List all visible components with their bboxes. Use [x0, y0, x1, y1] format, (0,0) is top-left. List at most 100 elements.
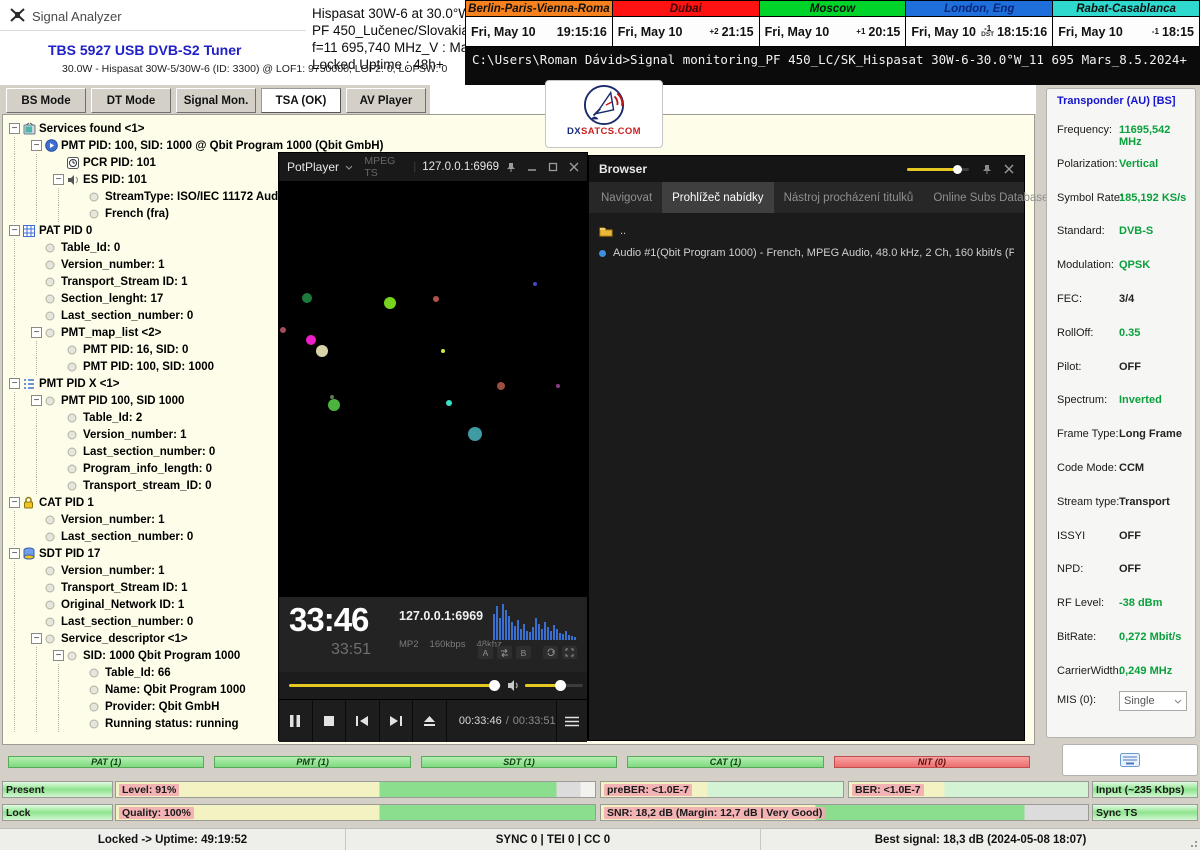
minimize-icon[interactable]: [527, 162, 537, 172]
resize-grip[interactable]: [1188, 838, 1198, 848]
tree-guide: [36, 715, 53, 732]
pin-icon[interactable]: [505, 162, 516, 173]
tab-bs-mode[interactable]: BS Mode: [6, 88, 86, 113]
collapse-icon[interactable]: [31, 395, 42, 406]
player-info-panel: 33:46 33:51 127.0.0.1:6969 MP2 160kbps 4…: [279, 596, 587, 672]
browser-content: .. Audio #1(Qbit Program 1000) - French,…: [589, 213, 1024, 271]
ab-repeat-a-button[interactable]: A: [478, 646, 493, 659]
folder-up-row[interactable]: ..: [599, 220, 1014, 242]
collapse-icon[interactable]: [9, 548, 20, 559]
browser-tab-prohl-e-nab-dky[interactable]: Prohlížeč nabídky: [662, 182, 773, 213]
mis-dropdown[interactable]: Single: [1119, 691, 1187, 711]
transponder-row: Polarization:Vertical: [1047, 149, 1195, 183]
browser-tab-navigovat[interactable]: Navigovat: [591, 182, 662, 213]
browser-titlebar[interactable]: Browser: [589, 156, 1024, 182]
collapse-icon[interactable]: [9, 225, 20, 236]
elapsed-time: 33:46: [289, 601, 368, 639]
seek-knob[interactable]: [489, 680, 500, 691]
speaker-icon[interactable]: [507, 679, 520, 692]
stop-button[interactable]: [313, 700, 347, 742]
browser-slider[interactable]: [907, 164, 969, 175]
tree-guide: [14, 698, 31, 715]
total-time: 33:51: [331, 641, 371, 659]
fullscreen-icon[interactable]: [562, 646, 577, 659]
tree-guide: [14, 443, 31, 460]
pid-bar-pat: PAT (1): [8, 756, 204, 768]
browser-tab-online-subs-database[interactable]: Online Subs Database: [923, 182, 1058, 213]
browser-tab-n-stroj-proch-zen-titulk-[interactable]: Nástroj procházení titulků: [774, 182, 924, 213]
tab-tsa-ok-[interactable]: TSA (OK): [261, 88, 341, 113]
ab-repeat-b-button[interactable]: B: [516, 646, 531, 659]
collapse-icon[interactable]: [9, 378, 20, 389]
transponder-value: Inverted: [1119, 394, 1162, 406]
tree-guide: [58, 205, 75, 222]
tree-guide: [14, 579, 31, 596]
transponder-label: Standard:: [1057, 225, 1105, 237]
ab-swap-icon[interactable]: [497, 646, 512, 659]
tree-guide: [36, 443, 53, 460]
collapse-icon[interactable]: [31, 140, 42, 151]
tree-item[interactable]: Services found <1>: [9, 120, 1034, 137]
bullet-icon: [45, 566, 61, 576]
signal-analyzer-window: Signal Analyzer TBS 5927 USB DVB-S2 Tune…: [0, 0, 1200, 850]
bullet-icon: [89, 702, 105, 712]
tree-item-label: ES PID: 101: [83, 174, 147, 186]
repeat-icon[interactable]: [543, 646, 558, 659]
tree-item-label: Service_descriptor <1>: [61, 633, 188, 645]
world-clocks: Berlin-Paris-Vienna-RomaFri, May 1019:15…: [465, 0, 1200, 47]
lock-indicator: Lock: [2, 804, 113, 821]
tab-av-player[interactable]: AV Player: [346, 88, 426, 113]
collapse-icon[interactable]: [31, 633, 42, 644]
bullet-icon: [45, 328, 61, 338]
tab-dt-mode[interactable]: DT Mode: [91, 88, 171, 113]
collapse-icon[interactable]: [31, 327, 42, 338]
tuner-name: TBS 5927 USB DVB-S2 Tuner: [48, 42, 241, 58]
status-bar: Locked -> Uptime: 49:19:52 SYNC 0 | TEI …: [0, 828, 1200, 850]
mis-label: MIS (0):: [1057, 694, 1096, 706]
clock-cell: MoscowFri, May 10+120:15: [759, 1, 906, 46]
audio-track-row[interactable]: Audio #1(Qbit Program 1000) - French, MP…: [599, 242, 1014, 264]
close-icon[interactable]: [569, 162, 579, 172]
collapse-icon[interactable]: [9, 123, 20, 134]
volume-knob[interactable]: [555, 680, 566, 691]
video-area[interactable]: [279, 181, 587, 596]
remote-panel[interactable]: [1062, 744, 1198, 776]
info-line: Locked Uptime : 48h+: [312, 56, 479, 73]
close-icon[interactable]: [1004, 164, 1014, 174]
previous-button[interactable]: [346, 700, 380, 742]
pin-icon[interactable]: [981, 164, 992, 175]
tree-item-label: Version_number: 1: [83, 429, 187, 441]
tree-item-label: Transport_Stream ID: 1: [61, 276, 188, 288]
transponder-label: Spectrum:: [1057, 394, 1107, 406]
tab-signal-mon-[interactable]: Signal Mon.: [176, 88, 256, 113]
tree-guide: [14, 562, 31, 579]
pause-button[interactable]: [279, 700, 313, 742]
bullet-icon: [45, 396, 61, 406]
potplayer-titlebar[interactable]: PotPlayer MPEG TS | 127.0.0.1:6969: [279, 153, 587, 181]
video-particle: [316, 345, 328, 357]
maximize-icon[interactable]: [548, 162, 558, 172]
transponder-label: CarrierWidth:: [1057, 665, 1122, 677]
best-signal-status: Best signal: 18,3 dB (2024-05-08 18:07): [760, 829, 1200, 850]
transponder-row: BitRate:0,272 Mbit/s: [1047, 622, 1195, 656]
tree-item-label: Provider: Qbit GmbH: [105, 701, 219, 713]
next-button[interactable]: [380, 700, 414, 742]
list-icon: [23, 378, 39, 390]
collapse-icon[interactable]: [53, 650, 64, 661]
tree-item-label: SDT PID 17: [39, 548, 100, 560]
transponder-label: Symbol Rate:: [1057, 192, 1123, 204]
collapse-icon[interactable]: [53, 174, 64, 185]
collapse-icon[interactable]: [9, 497, 20, 508]
menu-icon[interactable]: [556, 700, 587, 742]
eject-button[interactable]: [413, 700, 447, 742]
video-particle: [328, 399, 340, 411]
tree-guide: [14, 426, 31, 443]
pid-status-row: PAT (1)PMT (1)SDT (1)CAT (1)NIT (0): [8, 756, 1030, 768]
potplayer-window: PotPlayer MPEG TS | 127.0.0.1:6969 33:46…: [278, 152, 588, 741]
bullet-icon: [45, 600, 61, 610]
tree-item-label: CAT PID 1: [39, 497, 94, 509]
level-bar: Level: 91%: [115, 781, 596, 798]
bullet-icon: [45, 260, 61, 270]
lock-uptime-status: Locked -> Uptime: 49:19:52: [0, 829, 345, 850]
chevron-down-icon[interactable]: [345, 165, 352, 170]
